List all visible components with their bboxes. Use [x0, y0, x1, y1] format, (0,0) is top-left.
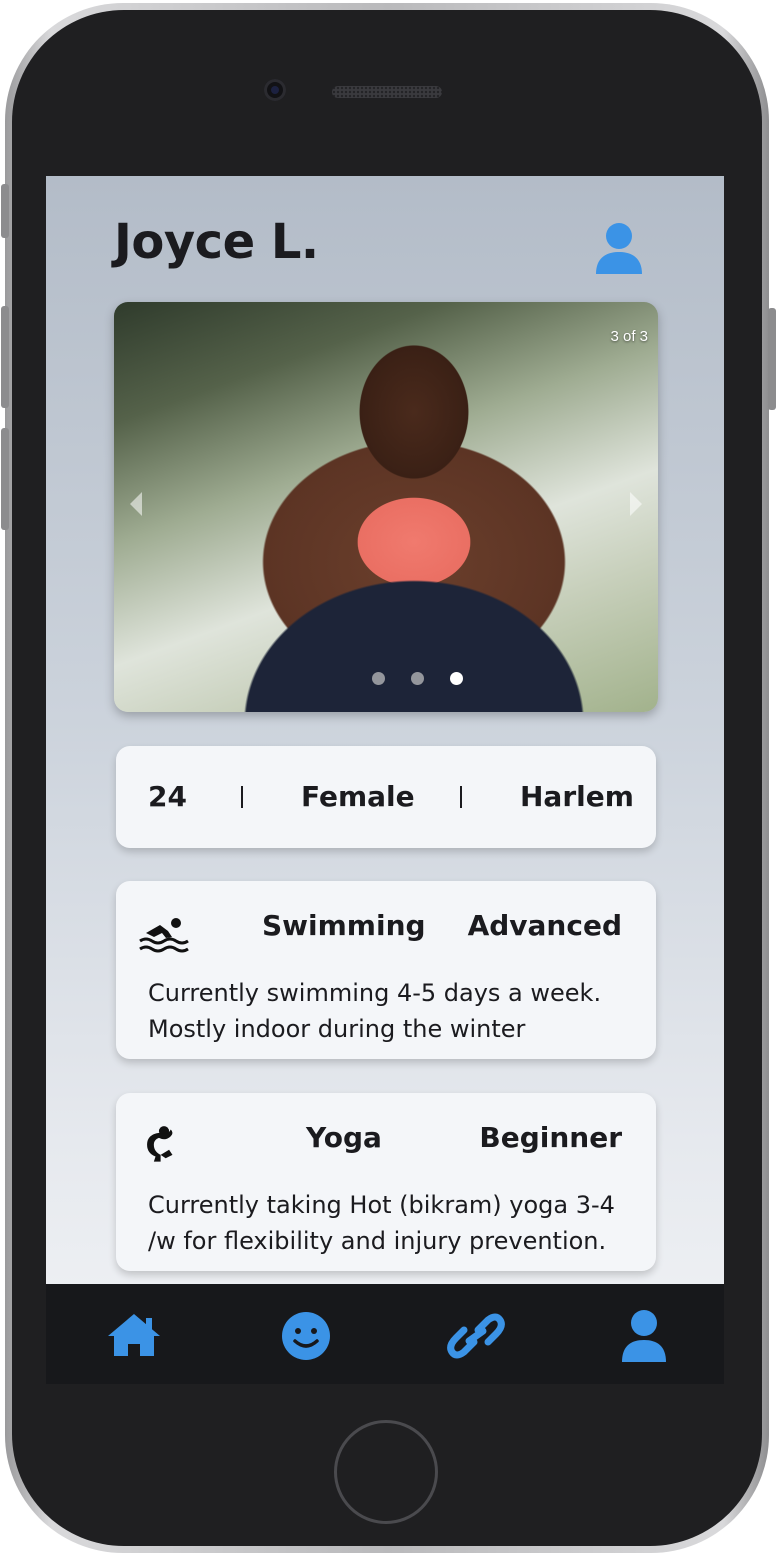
- side-button: [1, 306, 9, 408]
- activity-name: Swimming: [262, 909, 426, 942]
- next-photo-button[interactable]: [630, 492, 642, 516]
- bottom-navigation: [46, 1284, 724, 1384]
- carousel-dot-active[interactable]: [450, 672, 463, 685]
- profile-name: Joyce L.: [114, 214, 319, 270]
- activity-card-yoga[interactable]: Yoga Beginner Currently taking Hot (bikr…: [116, 1093, 656, 1271]
- age: 24: [148, 780, 187, 813]
- activity-name: Yoga: [306, 1121, 382, 1154]
- location: Harlem: [520, 780, 634, 813]
- home-button[interactable]: [334, 1420, 438, 1524]
- divider: [460, 786, 462, 808]
- profile-info-card: 24 Female Harlem: [116, 746, 656, 848]
- front-camera: [264, 79, 286, 101]
- photo-counter: 3 of 3: [610, 328, 648, 345]
- earpiece-speaker: [332, 86, 442, 98]
- side-button: [1, 184, 9, 238]
- carousel-indicator: [372, 672, 463, 685]
- photo-carousel[interactable]: 3 of 3: [114, 302, 658, 712]
- carousel-dot[interactable]: [411, 672, 424, 685]
- user-icon[interactable]: [614, 1308, 674, 1364]
- previous-photo-button[interactable]: [130, 492, 142, 516]
- gender: Female: [301, 780, 415, 813]
- carousel-dot[interactable]: [372, 672, 385, 685]
- activity-level: Beginner: [479, 1121, 622, 1154]
- yoga-pose-icon: [147, 1126, 173, 1162]
- swimmer-icon: [139, 918, 189, 953]
- link-icon[interactable]: [446, 1308, 506, 1364]
- activity-card-swimming[interactable]: Swimming Advanced Currently swimming 4-5…: [116, 881, 656, 1059]
- activity-level: Advanced: [467, 909, 622, 942]
- activity-description: Currently taking Hot (bikram) yoga 3-4 /…: [148, 1191, 615, 1255]
- divider: [241, 786, 243, 808]
- side-button: [768, 308, 776, 410]
- side-button: [1, 428, 9, 530]
- smiley-icon[interactable]: [276, 1308, 336, 1364]
- user-icon[interactable]: [594, 222, 644, 276]
- app-screen: Joyce L. 3 of 3 24 Female Harlem Swimmin…: [46, 176, 724, 1384]
- activity-description: Currently swimming 4-5 days a week. Most…: [148, 979, 602, 1043]
- home-icon[interactable]: [104, 1308, 164, 1364]
